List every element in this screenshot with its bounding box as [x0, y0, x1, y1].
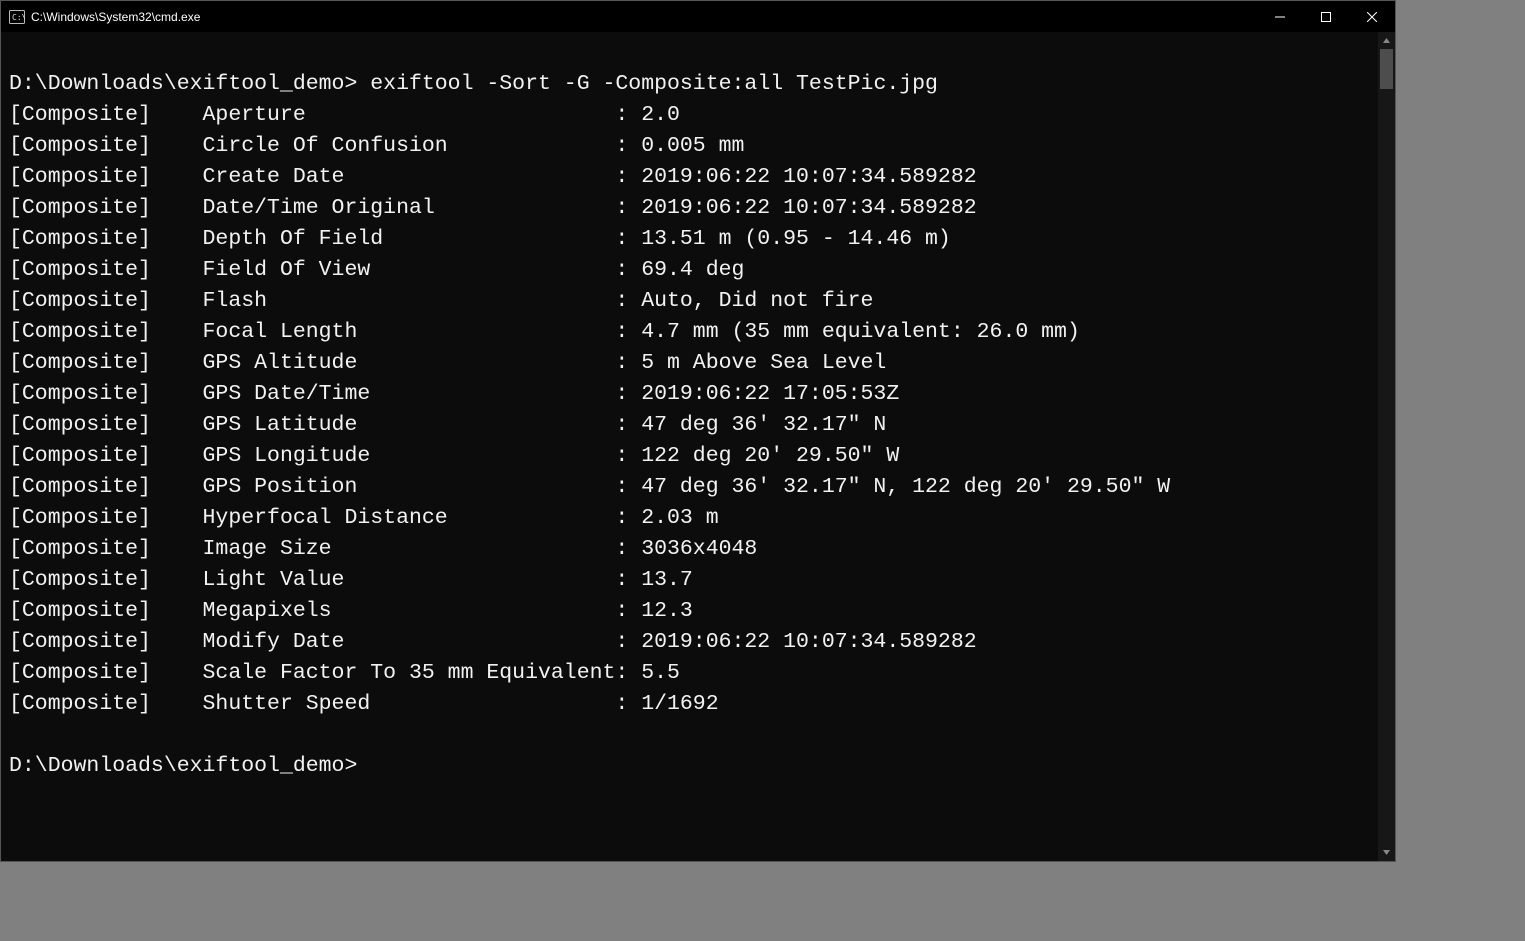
tag-value: 2019:06:22 10:07:34.589282 — [641, 630, 976, 654]
tag-value: 12.3 — [641, 599, 693, 623]
output-row: [Composite]GPS Altitude : 5 m Above Sea … — [9, 348, 1370, 379]
tag-group: [Composite] — [9, 627, 203, 658]
output-row: [Composite]Shutter Speed : 1/1692 — [9, 689, 1370, 720]
output-row: [Composite]Create Date : 2019:06:22 10:0… — [9, 162, 1370, 193]
output-row: [Composite]GPS Date/Time : 2019:06:22 17… — [9, 379, 1370, 410]
tag-value: 4.7 mm (35 mm equivalent: 26.0 mm) — [641, 320, 1080, 344]
scroll-up-button[interactable] — [1378, 32, 1395, 49]
tag-group: [Composite] — [9, 317, 203, 348]
tag-name: Light Value : — [203, 565, 642, 596]
output-row: [Composite]Depth Of Field : 13.51 m (0.9… — [9, 224, 1370, 255]
minimize-button[interactable] — [1257, 1, 1303, 32]
output-row: [Composite]GPS Longitude : 122 deg 20' 2… — [9, 441, 1370, 472]
tag-name: Flash : — [203, 286, 642, 317]
tag-value: 13.51 m (0.95 - 14.46 m) — [641, 227, 951, 251]
tag-name: GPS Latitude : — [203, 410, 642, 441]
output-row: [Composite]Circle Of Confusion : 0.005 m… — [9, 131, 1370, 162]
tag-name: GPS Altitude : — [203, 348, 642, 379]
tag-group: [Composite] — [9, 131, 203, 162]
tag-name: Megapixels : — [203, 596, 642, 627]
tag-group: [Composite] — [9, 162, 203, 193]
tag-group: [Composite] — [9, 472, 203, 503]
vertical-scrollbar[interactable] — [1378, 32, 1395, 861]
titlebar[interactable]: C:\ C:\Windows\System32\cmd.exe — [1, 1, 1395, 32]
tag-name: GPS Position : — [203, 472, 642, 503]
tag-value: 2019:06:22 17:05:53Z — [641, 382, 899, 406]
scroll-track[interactable] — [1378, 49, 1395, 844]
tag-name: Create Date : — [203, 162, 642, 193]
tag-group: [Composite] — [9, 193, 203, 224]
tag-group: [Composite] — [9, 441, 203, 472]
tag-group: [Composite] — [9, 658, 203, 689]
tag-group: [Composite] — [9, 410, 203, 441]
output-row: [Composite]Scale Factor To 35 mm Equival… — [9, 658, 1370, 689]
tag-value: Auto, Did not fire — [641, 289, 873, 313]
output-row: [Composite]Field Of View : 69.4 deg — [9, 255, 1370, 286]
tag-group: [Composite] — [9, 379, 203, 410]
tag-group: [Composite] — [9, 286, 203, 317]
tag-value: 13.7 — [641, 568, 693, 592]
tag-value: 47 deg 36' 32.17" N — [641, 413, 886, 437]
tag-name: GPS Date/Time : — [203, 379, 642, 410]
tag-name: Focal Length : — [203, 317, 642, 348]
client-area: D:\Downloads\exiftool_demo> exiftool -So… — [1, 32, 1395, 861]
tag-name: Aperture : — [203, 100, 642, 131]
tag-group: [Composite] — [9, 503, 203, 534]
tag-value: 1/1692 — [641, 692, 718, 716]
tag-value: 2.0 — [641, 103, 680, 127]
cmd-window: C:\ C:\Windows\System32\cmd.exe D:\Downl… — [0, 0, 1396, 862]
tag-value: 5 m Above Sea Level — [641, 351, 886, 375]
tag-group: [Composite] — [9, 565, 203, 596]
tag-group: [Composite] — [9, 100, 203, 131]
tag-name: Image Size : — [203, 534, 642, 565]
terminal-output[interactable]: D:\Downloads\exiftool_demo> exiftool -So… — [1, 32, 1378, 861]
tag-name: Shutter Speed : — [203, 689, 642, 720]
tag-group: [Composite] — [9, 534, 203, 565]
prompt-line: D:\Downloads\exiftool_demo> exiftool -So… — [9, 69, 1370, 100]
prompt-path: D:\Downloads\exiftool_demo> — [9, 754, 370, 778]
tag-name: Field Of View : — [203, 255, 642, 286]
tag-value: 2.03 m — [641, 506, 718, 530]
output-row: [Composite]Hyperfocal Distance : 2.03 m — [9, 503, 1370, 534]
tag-name: Modify Date : — [203, 627, 642, 658]
tag-value: 47 deg 36' 32.17" N, 122 deg 20' 29.50" … — [641, 475, 1170, 499]
output-row: [Composite]Image Size : 3036x4048 — [9, 534, 1370, 565]
tag-value: 69.4 deg — [641, 258, 744, 282]
output-row: [Composite]Modify Date : 2019:06:22 10:0… — [9, 627, 1370, 658]
tag-name: Circle Of Confusion : — [203, 131, 642, 162]
maximize-button[interactable] — [1303, 1, 1349, 32]
tag-group: [Composite] — [9, 596, 203, 627]
tag-group: [Composite] — [9, 255, 203, 286]
tag-name: Hyperfocal Distance : — [203, 503, 642, 534]
scroll-thumb[interactable] — [1380, 49, 1393, 89]
tag-group: [Composite] — [9, 224, 203, 255]
output-row: [Composite]Date/Time Original : 2019:06:… — [9, 193, 1370, 224]
window-title: C:\Windows\System32\cmd.exe — [31, 10, 200, 24]
cmd-icon: C:\ — [9, 9, 25, 25]
output-row: [Composite]GPS Position : 47 deg 36' 32.… — [9, 472, 1370, 503]
tag-value: 2019:06:22 10:07:34.589282 — [641, 196, 976, 220]
prompt-line[interactable]: D:\Downloads\exiftool_demo> — [9, 751, 1370, 782]
tag-name: GPS Longitude : — [203, 441, 642, 472]
output-row: [Composite]Aperture : 2.0 — [9, 100, 1370, 131]
tag-value: 2019:06:22 10:07:34.589282 — [641, 165, 976, 189]
output-row: [Composite]Megapixels : 12.3 — [9, 596, 1370, 627]
output-row: [Composite]GPS Latitude : 47 deg 36' 32.… — [9, 410, 1370, 441]
tag-value: 122 deg 20' 29.50" W — [641, 444, 899, 468]
scroll-down-button[interactable] — [1378, 844, 1395, 861]
output-row: [Composite]Focal Length : 4.7 mm (35 mm … — [9, 317, 1370, 348]
tag-value: 3036x4048 — [641, 537, 757, 561]
close-button[interactable] — [1349, 1, 1395, 32]
tag-value: 0.005 mm — [641, 134, 744, 158]
tag-group: [Composite] — [9, 348, 203, 379]
tag-group: [Composite] — [9, 689, 203, 720]
svg-text:C:\: C:\ — [12, 13, 25, 22]
output-row: [Composite]Flash : Auto, Did not fire — [9, 286, 1370, 317]
tag-name: Depth Of Field : — [203, 224, 642, 255]
tag-name: Scale Factor To 35 mm Equivalent: — [203, 658, 642, 689]
tag-value: 5.5 — [641, 661, 680, 685]
tag-name: Date/Time Original : — [203, 193, 642, 224]
output-row: [Composite]Light Value : 13.7 — [9, 565, 1370, 596]
